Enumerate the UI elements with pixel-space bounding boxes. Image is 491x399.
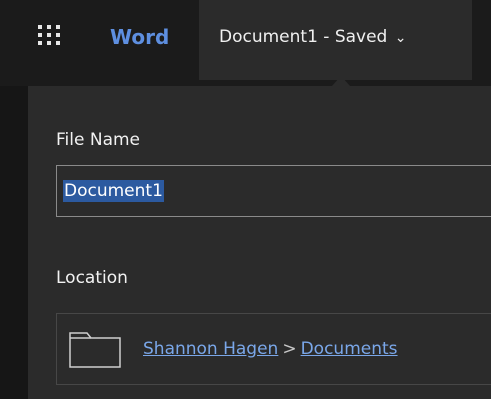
app-name[interactable]: Word — [110, 25, 169, 49]
folder-icon — [69, 332, 121, 368]
location-label: Location — [56, 268, 128, 288]
background-shade — [0, 86, 28, 399]
document-title-text: Document1 - Saved — [219, 27, 388, 47]
breadcrumb-link-documents[interactable]: Documents — [301, 339, 398, 359]
document-title[interactable]: Document1 - Saved ⌄ — [219, 27, 407, 47]
breadcrumb-link-user[interactable]: Shannon Hagen — [143, 339, 278, 359]
file-name-value: Document1 — [63, 180, 164, 202]
flyout-pointer — [332, 76, 350, 86]
file-name-label: File Name — [56, 130, 141, 150]
file-name-input[interactable]: Document1 — [56, 165, 491, 217]
location-breadcrumb: Shannon Hagen > Documents — [143, 339, 398, 359]
app-launcher-icon[interactable] — [38, 25, 66, 49]
chevron-down-icon: ⌄ — [394, 30, 407, 46]
breadcrumb-separator: > — [282, 339, 297, 359]
location-field: Shannon Hagen > Documents — [56, 313, 491, 385]
top-bar: Word Document1 - Saved ⌄ — [0, 0, 491, 80]
